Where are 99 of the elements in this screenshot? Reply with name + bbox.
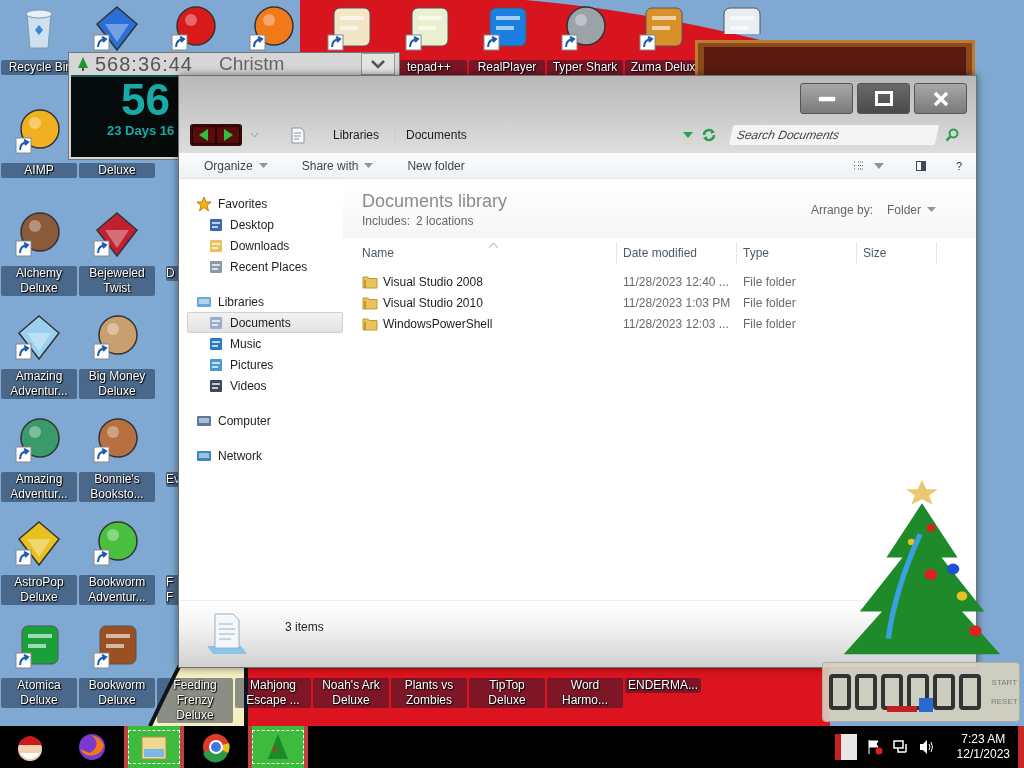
folder-icon bbox=[362, 274, 378, 289]
icon-label: AIMP bbox=[1, 163, 77, 178]
icon-label: Amazing Adventur... bbox=[1, 472, 77, 502]
column-header[interactable]: Date modified bbox=[617, 242, 737, 264]
collapse-button[interactable] bbox=[361, 53, 395, 75]
toolbar-button[interactable]: Organize bbox=[196, 158, 276, 173]
library-title: Documents library bbox=[362, 191, 508, 212]
column-header[interactable]: Type bbox=[737, 242, 857, 264]
includes-label: Includes: bbox=[362, 214, 411, 228]
icon-label: AstroPop Deluxe bbox=[1, 575, 77, 605]
close-button[interactable] bbox=[914, 83, 967, 114]
help-button[interactable]: ? bbox=[955, 159, 962, 172]
icon-label: TipTop Deluxe bbox=[469, 678, 545, 708]
folder-icon bbox=[362, 316, 378, 331]
icon-label: Bejeweled Twist bbox=[79, 266, 155, 296]
icon-label: Bookworm Deluxe bbox=[79, 678, 155, 708]
item-count: 3 items bbox=[285, 620, 324, 634]
clock-date[interactable]: 12/1/2023 bbox=[956, 747, 1010, 762]
icon-label: Bonnie's Booksto... bbox=[79, 472, 155, 502]
left-arrow-icon bbox=[198, 129, 210, 141]
nav-item[interactable]: Libraries bbox=[187, 291, 343, 312]
icon-label: Big Money Deluxe bbox=[79, 369, 155, 399]
date-cell-text: 11/28/2023 1:03 PM bbox=[622, 295, 732, 310]
locations-link[interactable]: 2 locations bbox=[416, 214, 474, 228]
back-button[interactable] bbox=[192, 126, 216, 144]
icon-label: Alchemy Deluxe bbox=[1, 266, 77, 296]
toolbar-button[interactable]: Share with bbox=[293, 158, 382, 173]
picture-icon bbox=[208, 356, 224, 373]
countdown-title: Christm bbox=[219, 53, 285, 75]
browser-icon bbox=[200, 731, 232, 763]
type-cell-text: File folder bbox=[742, 295, 797, 310]
minimize-button[interactable] bbox=[800, 83, 853, 114]
icon-label: Typer Shark bbox=[547, 60, 623, 75]
column-header[interactable]: Size bbox=[857, 242, 937, 264]
breadcrumb-item[interactable]: Libraries bbox=[323, 128, 390, 142]
clock-time[interactable]: 7:23 AM bbox=[961, 732, 1006, 747]
tree-icon bbox=[77, 56, 89, 72]
view-options-icon[interactable] bbox=[853, 161, 864, 170]
countdown-time: 568:36:44 bbox=[95, 52, 193, 76]
icon-label: ENDERMA... bbox=[625, 678, 701, 693]
preview-pane-icon[interactable] bbox=[915, 160, 926, 171]
action-center-icon[interactable] bbox=[866, 739, 883, 755]
flag-icon[interactable] bbox=[834, 734, 857, 760]
file-name[interactable]: Visual Studio 2008 bbox=[383, 274, 483, 289]
document-icon bbox=[291, 126, 305, 144]
caret-icon[interactable] bbox=[873, 162, 884, 169]
date-cell-text: 11/28/2023 12:03 ... bbox=[622, 316, 730, 331]
nav-item[interactable]: Videos bbox=[187, 375, 343, 396]
nav-item[interactable]: Documents bbox=[187, 312, 343, 333]
film-icon bbox=[208, 377, 224, 394]
countdown-number: 56 bbox=[121, 77, 170, 123]
maximize-button[interactable] bbox=[857, 83, 910, 114]
countdown-days: 23 Days 16 bbox=[107, 123, 175, 138]
icon-label: Amazing Adventur... bbox=[1, 369, 77, 399]
forward-button[interactable] bbox=[216, 126, 240, 144]
folder-icon bbox=[208, 237, 224, 254]
type-cell-text: File folder bbox=[742, 274, 797, 289]
icon-label: Word Harmo... bbox=[547, 678, 623, 708]
column-header[interactable]: Name bbox=[362, 242, 617, 264]
type-cell-text: File folder bbox=[742, 316, 797, 331]
date-cell-text: 11/28/2023 12:40 ... bbox=[622, 274, 730, 289]
arrange-label: Arrange by: bbox=[810, 202, 873, 217]
minimize-icon bbox=[817, 95, 836, 102]
nav-item[interactable]: Favorites bbox=[187, 193, 343, 214]
icon-label: Bookworm Adventur... bbox=[79, 575, 155, 605]
gem-icon[interactable] bbox=[93, 210, 141, 258]
folder-icon bbox=[362, 295, 378, 310]
nav-item[interactable]: Downloads bbox=[187, 235, 343, 256]
nav-item[interactable]: Computer bbox=[187, 410, 343, 431]
close-icon bbox=[932, 90, 949, 107]
nav-item[interactable]: Recent Places bbox=[187, 256, 343, 277]
chevron-icon bbox=[370, 59, 386, 69]
maximize-icon bbox=[874, 91, 893, 106]
diamond-icon[interactable] bbox=[15, 313, 63, 361]
icon-label: RealPlayer bbox=[469, 60, 545, 75]
breadcrumb-item[interactable]: Documents bbox=[395, 128, 477, 142]
right-arrow-icon bbox=[222, 129, 234, 141]
music-note-icon bbox=[208, 335, 224, 352]
search-field[interactable]: Search Documents bbox=[728, 125, 940, 145]
speaker-icon[interactable] bbox=[918, 739, 935, 755]
arrange-dropdown[interactable]: Folder bbox=[887, 202, 936, 217]
toolbar-button[interactable]: New folder bbox=[399, 158, 473, 173]
nav-item[interactable]: Desktop bbox=[187, 214, 343, 235]
icon-label: Noah's Ark Deluxe bbox=[313, 678, 389, 708]
monitor-icon bbox=[208, 216, 224, 233]
icon-label: Deluxe bbox=[79, 163, 155, 178]
nav-item[interactable]: Music bbox=[187, 333, 343, 354]
file-name[interactable]: WindowsPowerShell bbox=[383, 316, 493, 331]
file-name[interactable]: Visual Studio 2010 bbox=[383, 295, 483, 310]
network-icon[interactable] bbox=[892, 739, 909, 755]
places-icon bbox=[208, 258, 224, 275]
nav-item[interactable]: Network bbox=[187, 445, 343, 466]
icon-label: Plants vs Zombies bbox=[391, 678, 467, 708]
document-icon bbox=[208, 314, 224, 331]
icon-label: Atomica Deluxe bbox=[1, 678, 77, 708]
caret-icon bbox=[927, 207, 936, 212]
icon-label: Feeding Frenzy Deluxe bbox=[157, 678, 233, 723]
icon-label: Mahjong Escape ... bbox=[235, 678, 311, 708]
nav-item[interactable]: Pictures bbox=[187, 354, 343, 375]
